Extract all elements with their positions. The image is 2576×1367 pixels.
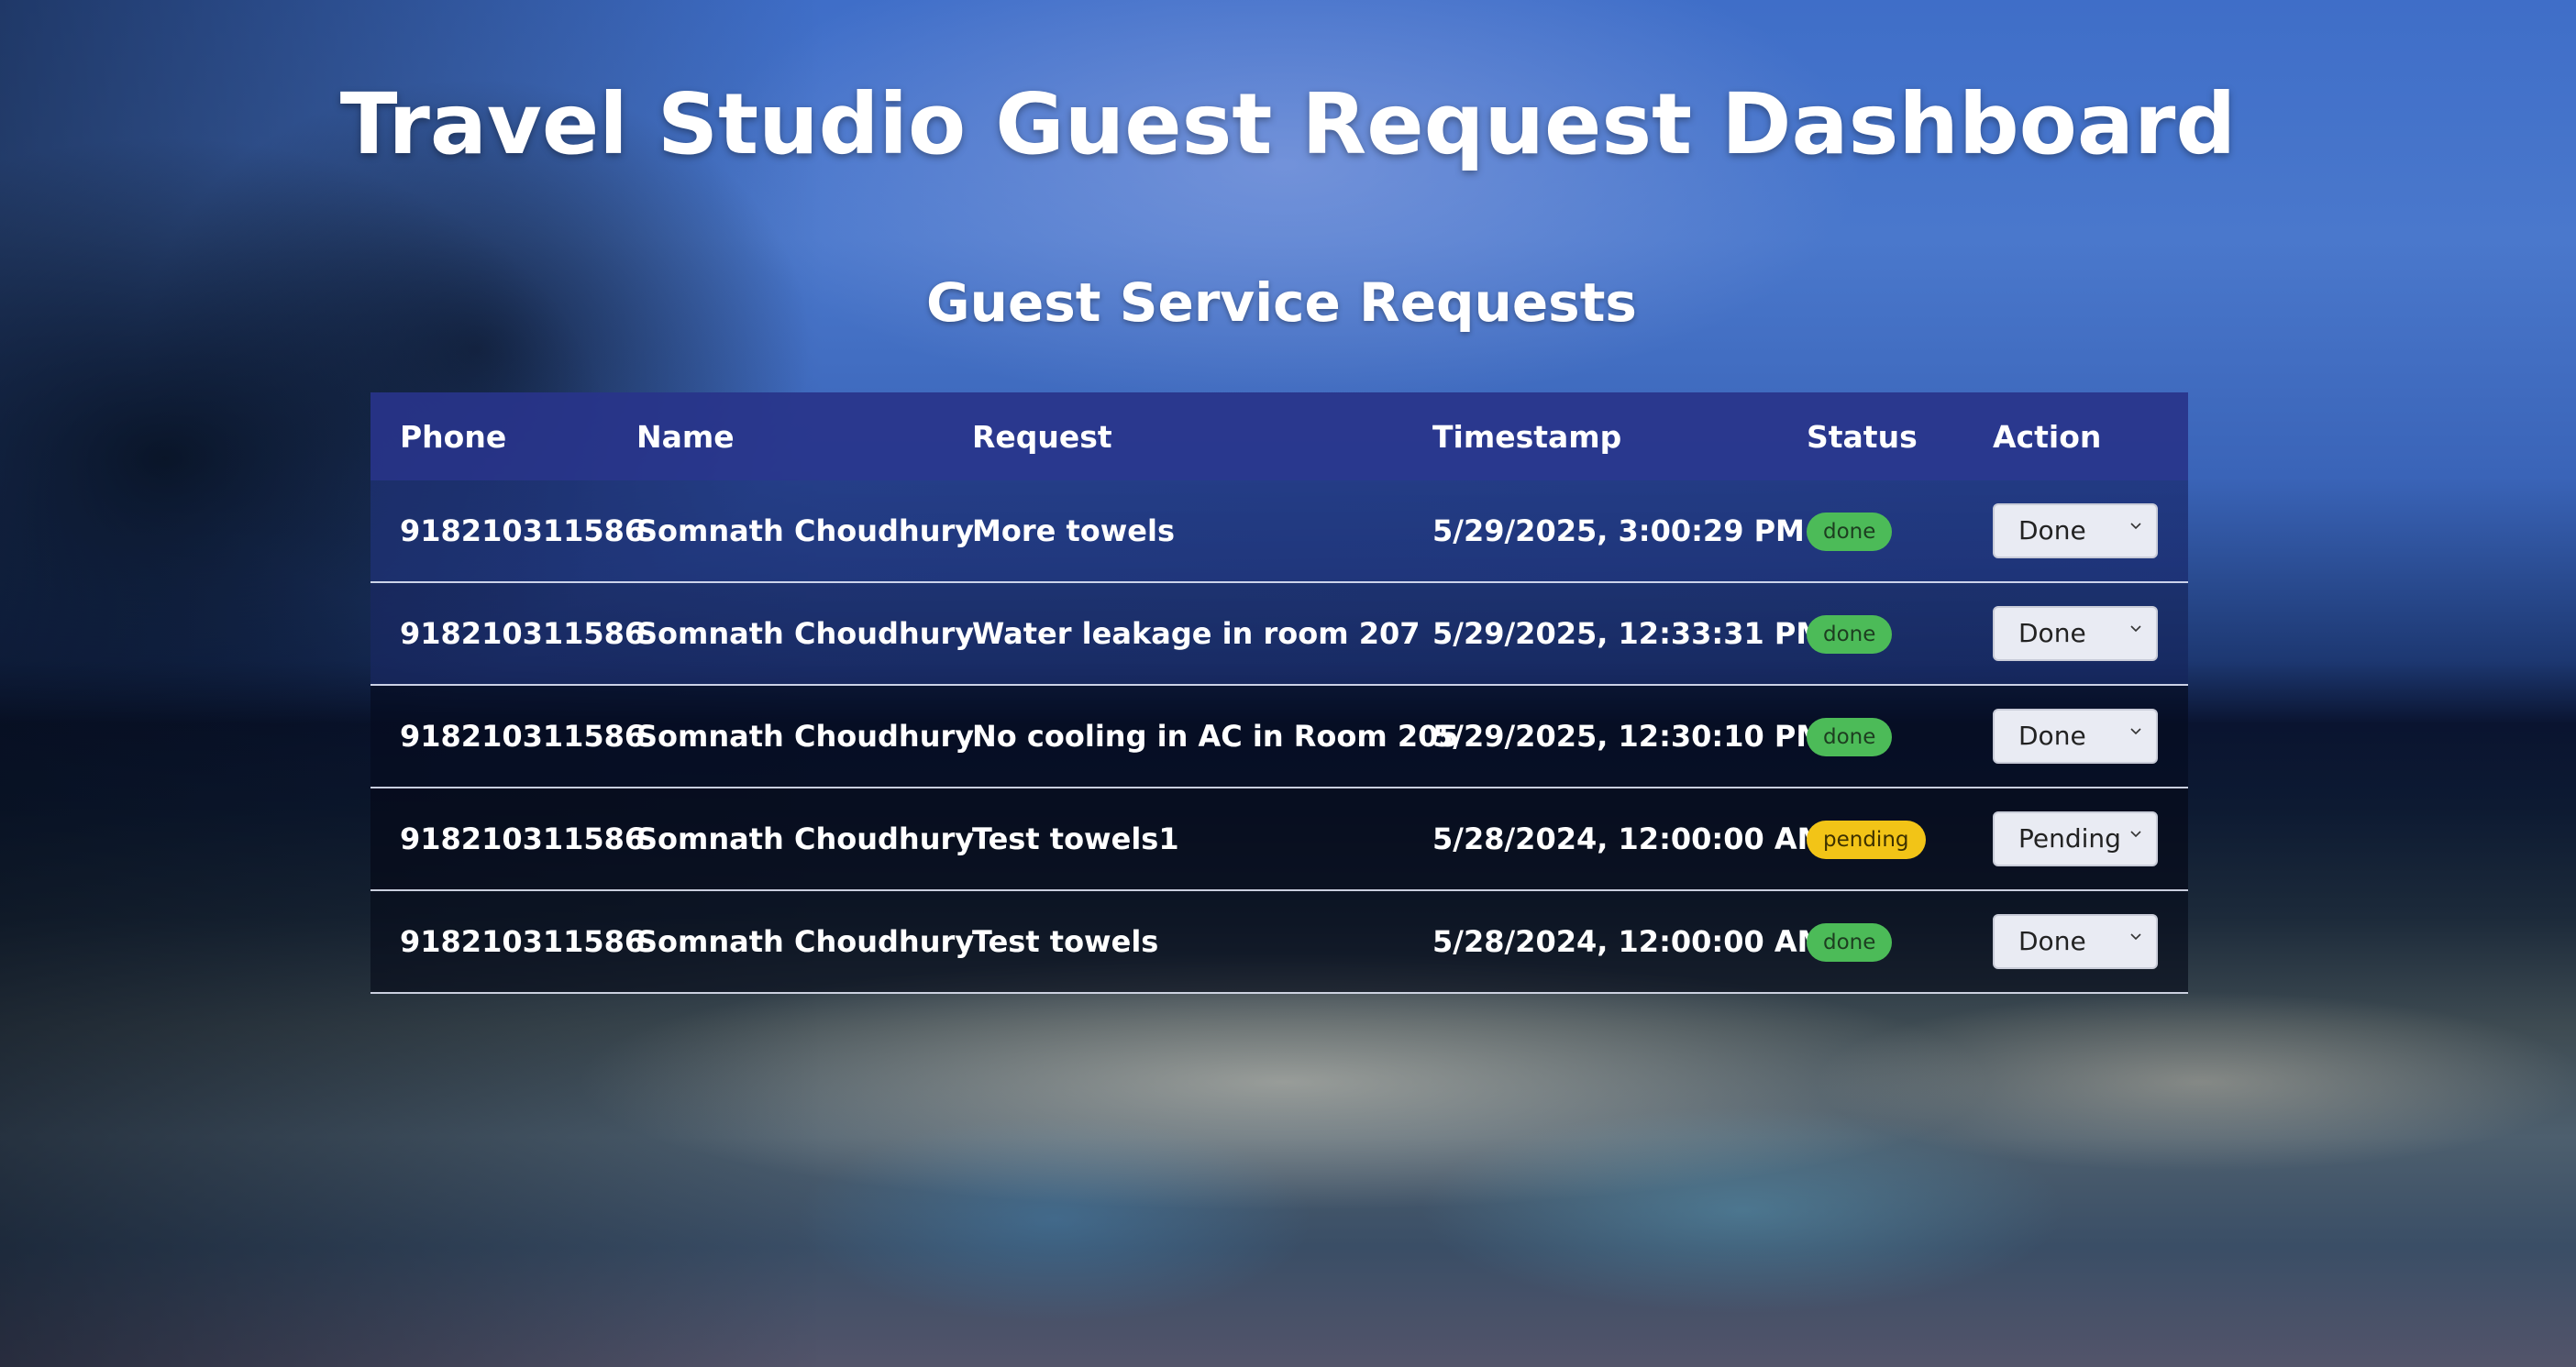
status-select-value: Done bbox=[2018, 926, 2086, 956]
request-cell: More towels bbox=[972, 513, 1176, 548]
status-cell: pending bbox=[1777, 819, 1963, 859]
table-row: 918210311586 Somnath Choudhury Water lea… bbox=[370, 583, 2188, 686]
action-cell: Done bbox=[1963, 503, 2188, 558]
table-header-row: Phone Name Request Timestamp Status Acti… bbox=[370, 392, 2188, 480]
action-cell: Done bbox=[1963, 606, 2188, 661]
action-cell: Done bbox=[1963, 709, 2188, 764]
chevron-down-icon bbox=[2130, 625, 2141, 633]
request-cell: Test towels1 bbox=[972, 821, 1179, 856]
status-select-value: Done bbox=[2018, 618, 2086, 648]
column-header-timestamp: Timestamp bbox=[1432, 418, 1622, 455]
status-select-value: Pending bbox=[2018, 823, 2121, 854]
timestamp-cell: 5/29/2025, 12:30:10 PM bbox=[1432, 719, 1826, 754]
status-cell: done bbox=[1777, 716, 1963, 756]
phone-cell: 918210311586 bbox=[400, 513, 646, 548]
action-cell: Done bbox=[1963, 914, 2188, 969]
name-cell: Somnath Choudhury bbox=[636, 924, 975, 959]
chevron-down-icon bbox=[2130, 933, 2141, 941]
table-row: 918210311586 Somnath Choudhury More towe… bbox=[370, 480, 2188, 583]
timestamp-cell: 5/28/2024, 12:00:00 AM bbox=[1432, 821, 1827, 856]
phone-cell: 918210311586 bbox=[400, 616, 646, 651]
table-row: 918210311586 Somnath Choudhury Test towe… bbox=[370, 891, 2188, 994]
status-select-value: Done bbox=[2018, 721, 2086, 751]
requests-table: Phone Name Request Timestamp Status Acti… bbox=[370, 392, 2188, 994]
status-badge: done bbox=[1807, 923, 1893, 962]
page-title: Travel Studio Guest Request Dashboard bbox=[339, 75, 2237, 173]
status-cell: done bbox=[1777, 921, 1963, 962]
action-cell: Pending bbox=[1963, 811, 2188, 866]
request-cell: Test towels bbox=[972, 924, 1159, 959]
name-cell: Somnath Choudhury bbox=[636, 821, 975, 856]
status-select[interactable]: Done bbox=[1993, 606, 2158, 661]
phone-cell: 918210311586 bbox=[400, 924, 646, 959]
section-title: Guest Service Requests bbox=[926, 271, 1637, 334]
status-badge: done bbox=[1807, 513, 1893, 551]
column-header-action: Action bbox=[1993, 418, 2102, 455]
column-header-name: Name bbox=[636, 418, 735, 455]
dashboard-page: Travel Studio Guest Request Dashboard Gu… bbox=[0, 0, 2576, 1367]
column-header-status: Status bbox=[1807, 418, 1918, 455]
timestamp-cell: 5/29/2025, 12:33:31 PM bbox=[1432, 616, 1826, 651]
name-cell: Somnath Choudhury bbox=[636, 616, 975, 651]
status-select-value: Done bbox=[2018, 515, 2086, 546]
status-cell: done bbox=[1777, 613, 1963, 654]
column-header-phone: Phone bbox=[400, 418, 507, 455]
table-row: 918210311586 Somnath Choudhury No coolin… bbox=[370, 686, 2188, 788]
phone-cell: 918210311586 bbox=[400, 719, 646, 754]
status-select[interactable]: Pending bbox=[1993, 811, 2158, 866]
status-select[interactable]: Done bbox=[1993, 914, 2158, 969]
status-badge: pending bbox=[1807, 821, 1926, 859]
timestamp-cell: 5/29/2025, 3:00:29 PM bbox=[1432, 513, 1805, 548]
name-cell: Somnath Choudhury bbox=[636, 513, 975, 548]
phone-cell: 918210311586 bbox=[400, 821, 646, 856]
status-badge: done bbox=[1807, 718, 1893, 756]
timestamp-cell: 5/28/2024, 12:00:00 AM bbox=[1432, 924, 1827, 959]
chevron-down-icon bbox=[2130, 523, 2141, 530]
chevron-down-icon bbox=[2130, 728, 2141, 735]
request-cell: Water leakage in room 207 bbox=[972, 616, 1421, 651]
status-cell: done bbox=[1777, 511, 1963, 551]
name-cell: Somnath Choudhury bbox=[636, 719, 975, 754]
table-row: 918210311586 Somnath Choudhury Test towe… bbox=[370, 788, 2188, 891]
status-select[interactable]: Done bbox=[1993, 709, 2158, 764]
status-badge: done bbox=[1807, 615, 1893, 654]
column-header-request: Request bbox=[972, 418, 1112, 455]
chevron-down-icon bbox=[2130, 831, 2141, 838]
status-select[interactable]: Done bbox=[1993, 503, 2158, 558]
request-cell: No cooling in AC in Room 205 bbox=[972, 719, 1459, 754]
